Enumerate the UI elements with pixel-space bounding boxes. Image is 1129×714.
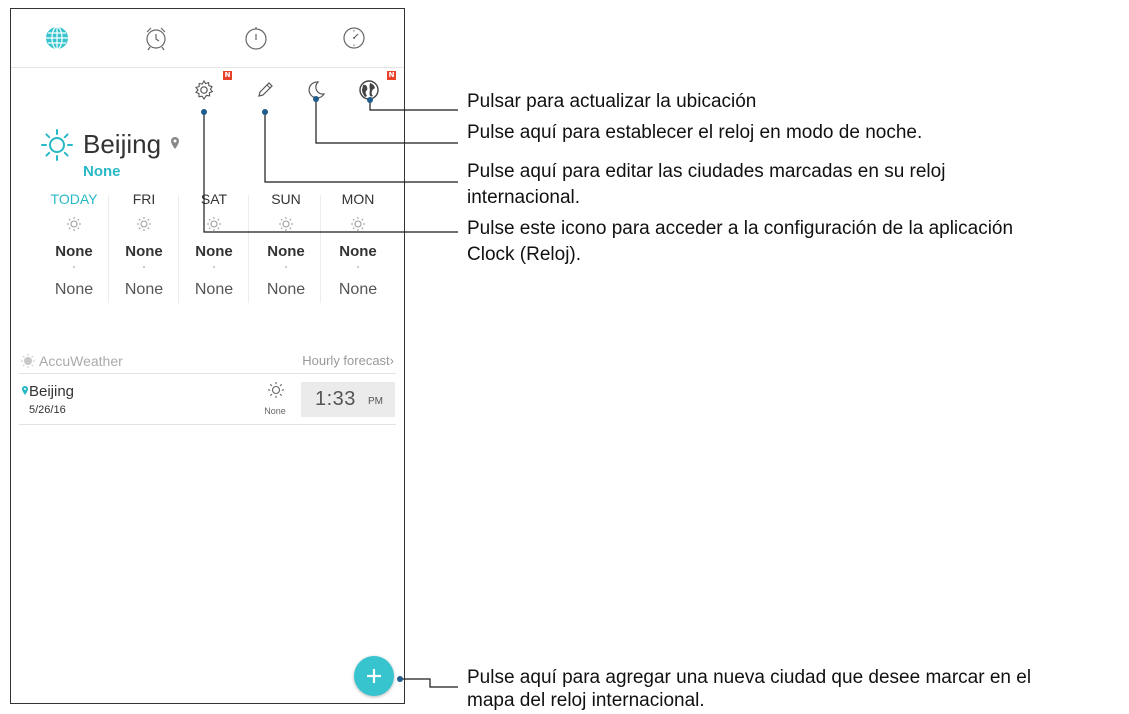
list-ampm: PM (368, 396, 383, 407)
annotation-edit-line1: Pulse aquí para editar las ciudades marc… (467, 161, 946, 182)
divider (19, 373, 396, 374)
forecast-day: SUN None None (251, 189, 321, 304)
location-new-badge: N (387, 71, 396, 80)
pencil-icon (258, 82, 273, 97)
forecast-day: TODAY None None (39, 189, 109, 304)
tab-world-clock[interactable] (44, 25, 70, 51)
forecast-divider-dot (357, 266, 359, 268)
gear-icon (195, 79, 214, 100)
forecast-low: None (194, 281, 234, 298)
forecast-high: None (339, 243, 377, 260)
list-city-name: Beijing (29, 383, 75, 400)
forecast-low: None (266, 281, 306, 298)
tab-timer[interactable] (341, 25, 367, 51)
annotation-night-mode: Pulse aquí para establecer el reloj en m… (467, 122, 923, 143)
daily-forecast: TODAY None None FRI None None SAT None N… (11, 189, 404, 304)
list-time-box: 1:33 PM (301, 382, 395, 417)
list-date: 5/26/16 (29, 404, 66, 416)
location-pin-icon (22, 386, 28, 395)
annotation-settings-line1: Pulse este icono para acceder a la confi… (467, 218, 1014, 239)
divider (19, 424, 396, 425)
clock-app-window: N N Beijing None TODAY None None FRI Non… (10, 8, 405, 704)
forecast-high: None (267, 243, 305, 260)
list-time: 1:33 (315, 388, 356, 410)
forecast-high: None (195, 243, 233, 260)
accuweather-link[interactable]: AccuWeather (39, 353, 123, 369)
location-globe-icon (359, 80, 379, 100)
forecast-low: None (338, 281, 378, 298)
stopwatch-icon (245, 27, 267, 50)
column-separator (248, 195, 249, 303)
annotation-edit-line2: internacional. (467, 187, 581, 208)
sun-icon (137, 217, 151, 231)
alarm-clock-icon (146, 27, 166, 51)
current-condition: None (83, 163, 121, 180)
sun-icon (268, 382, 284, 398)
update-location-button[interactable] (358, 79, 380, 101)
annotation-location: Pulsar para actualizar la ubicación (467, 91, 757, 112)
tab-alarm[interactable] (143, 25, 169, 51)
forecast-divider-dot (213, 266, 215, 268)
tab-stopwatch[interactable] (243, 25, 269, 51)
settings-new-badge: N (223, 71, 232, 80)
callout-line-add (400, 678, 458, 688)
moon-icon (308, 81, 326, 99)
forecast-high: None (55, 243, 93, 260)
sun-icon (279, 217, 293, 231)
sun-icon (67, 217, 81, 231)
hourly-forecast-link[interactable]: Hourly forecast› (302, 353, 394, 368)
forecast-day: MON None None (323, 189, 393, 304)
forecast-divider-dot (143, 266, 145, 268)
sun-icon (41, 129, 73, 161)
forecast-divider-dot (285, 266, 287, 268)
column-separator (320, 195, 321, 303)
forecast-day: FRI None None (109, 189, 179, 304)
forecast-day: SAT None None (179, 189, 249, 304)
annotation-add-line2: mapa del reloj internacional. (467, 690, 705, 711)
plus-icon (367, 669, 381, 683)
night-mode-button[interactable] (305, 79, 327, 101)
list-condition: None (264, 406, 286, 416)
forecast-high: None (125, 243, 163, 260)
forecast-day-label: SAT (200, 191, 228, 207)
add-city-button[interactable] (354, 656, 394, 696)
forecast-low: None (54, 281, 94, 298)
accuweather-logo-icon (21, 354, 35, 368)
sun-icon (207, 217, 221, 231)
forecast-low: None (124, 281, 164, 298)
city-name: Beijing (83, 129, 162, 159)
annotation-settings-line2: Clock (Reloj). (467, 244, 582, 265)
location-pin-icon (171, 137, 179, 149)
globe-icon (46, 26, 68, 50)
forecast-day-label: SUN (271, 191, 301, 207)
forecast-divider-dot (73, 266, 75, 268)
forecast-day-label: FRI (132, 191, 156, 207)
settings-button[interactable] (193, 79, 215, 101)
timer-icon (343, 27, 365, 49)
forecast-day-label: TODAY (50, 191, 98, 207)
tab-bar (11, 9, 404, 68)
sun-icon (351, 217, 365, 231)
forecast-day-label: MON (341, 191, 375, 207)
edit-cities-button[interactable] (254, 79, 276, 101)
